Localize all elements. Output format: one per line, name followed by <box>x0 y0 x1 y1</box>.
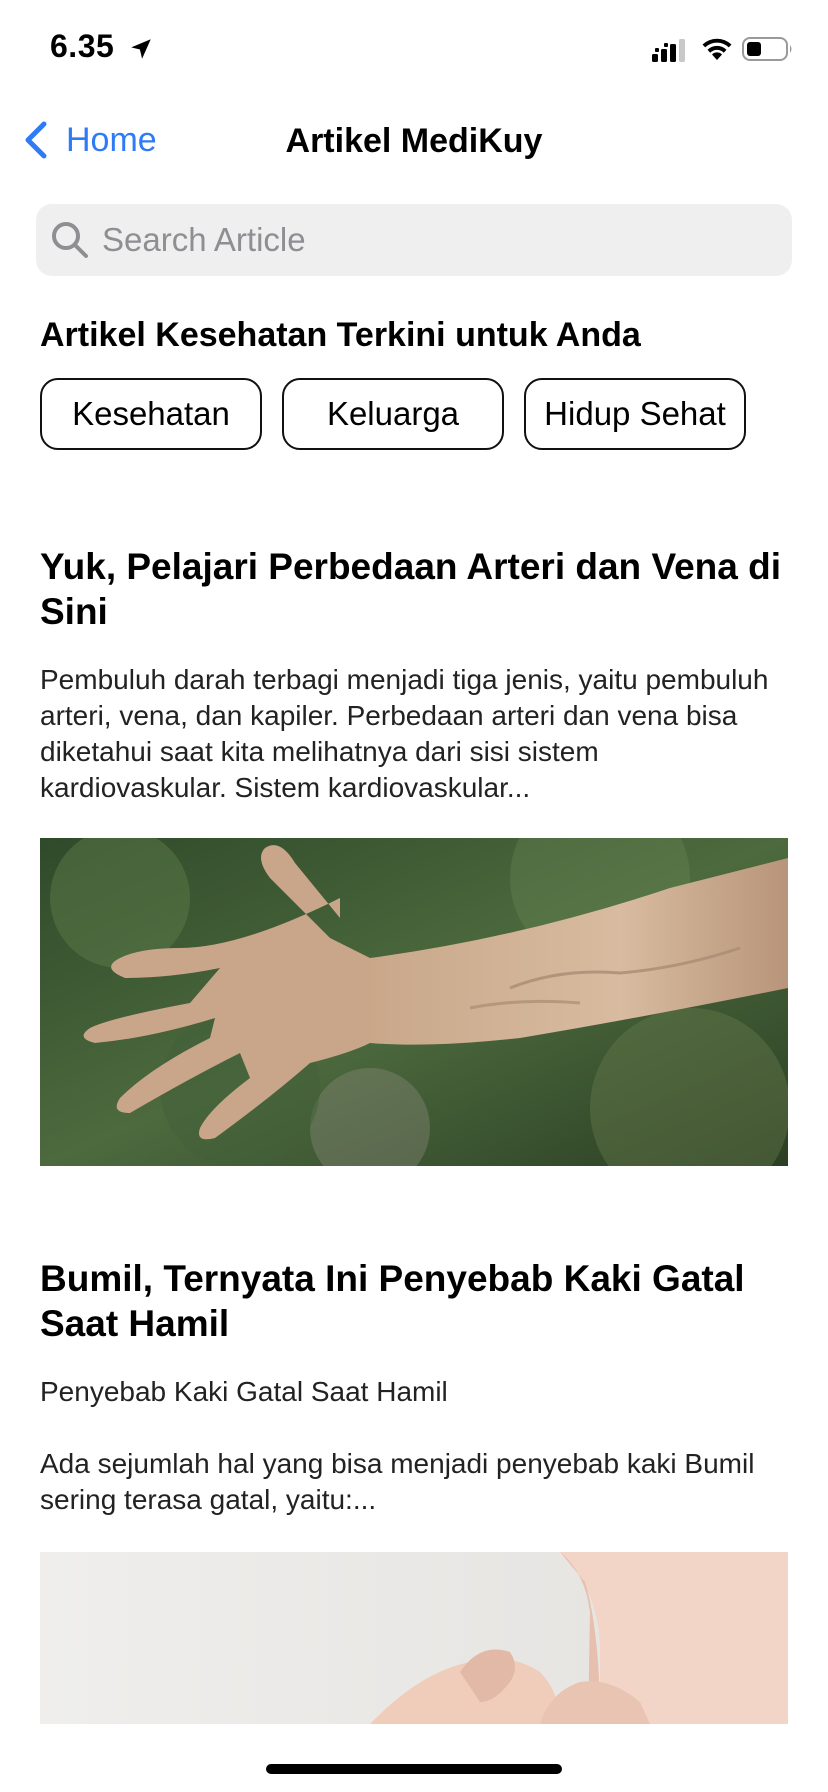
status-time: 6.35 <box>50 28 115 64</box>
navigation-bar: Artikel MediKuy Home <box>0 110 828 172</box>
search-input[interactable] <box>102 221 742 259</box>
article-subtitle: Penyebab Kaki Gatal Saat Hamil <box>40 1376 448 1407</box>
category-chips: Kesehatan Keluarga Hidup Sehat <box>40 378 746 450</box>
article-card[interactable]: Bumil, Ternyata Ini Penyebab Kaki Gatal … <box>40 1256 788 1518</box>
category-chip-kesehatan[interactable]: Kesehatan <box>40 378 262 450</box>
article-title[interactable]: Yuk, Pelajari Perbedaan Arteri dan Vena … <box>40 544 788 634</box>
legs-photo <box>40 1552 788 1724</box>
wifi-icon <box>702 38 732 60</box>
article-title[interactable]: Bumil, Ternyata Ini Penyebab Kaki Gatal … <box>40 1256 788 1346</box>
chevron-left-icon <box>25 121 47 159</box>
back-label: Home <box>66 120 157 159</box>
article-card[interactable]: Yuk, Pelajari Perbedaan Arteri dan Vena … <box>40 544 788 806</box>
arm-photo <box>40 838 788 1166</box>
search-icon <box>52 222 88 258</box>
back-button[interactable]: Home <box>22 114 157 166</box>
article-excerpt: Pembuluh darah terbagi menjadi tiga jeni… <box>40 664 769 803</box>
category-chip-keluarga[interactable]: Keluarga <box>282 378 504 450</box>
article-excerpt: Ada sejumlah hal yang bisa menjadi penye… <box>40 1448 755 1515</box>
battery-icon <box>742 37 792 61</box>
article-image-legs[interactable] <box>40 1552 788 1724</box>
section-heading: Artikel Kesehatan Terkini untuk Anda <box>40 316 641 354</box>
signal-icon <box>652 39 685 62</box>
location-arrow-icon <box>131 39 151 59</box>
status-bar: 6.35 <box>0 0 828 96</box>
search-bar[interactable] <box>36 204 792 276</box>
article-image-arm[interactable] <box>40 838 788 1166</box>
category-chip-hidup-sehat[interactable]: Hidup Sehat <box>524 378 746 450</box>
home-indicator[interactable] <box>266 1764 562 1774</box>
